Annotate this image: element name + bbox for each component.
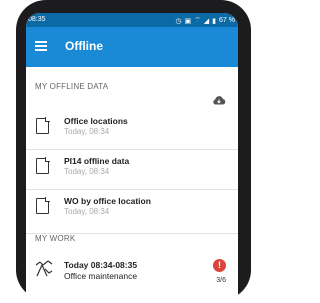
status-bar: 08:35 ◷ ▣ ⌔ ◢ ▮ 67 % — [26, 13, 238, 27]
phone-screen: 08:35 ◷ ▣ ⌔ ◢ ▮ 67 % Offline MY OFFLINE … — [26, 13, 238, 303]
cloud-download-icon[interactable] — [212, 95, 226, 105]
offline-data-item[interactable]: PI14 offline data Today, 08:34 — [26, 152, 238, 188]
progress-count: 3/6 — [216, 277, 226, 284]
offline-item-title: PI14 offline data — [64, 156, 130, 166]
menu-icon[interactable] — [35, 39, 47, 53]
battery-icon: ▮ — [212, 17, 217, 25]
alert-badge: ! — [213, 259, 226, 272]
offline-data-item[interactable]: WO by office location Today, 08:34 — [26, 192, 238, 228]
offline-section-header: MY OFFLINE DATA — [35, 82, 109, 91]
offline-item-date: Today, 08:34 — [64, 167, 110, 176]
divider — [26, 149, 238, 150]
work-item-subtitle: Office maintenance — [64, 271, 138, 281]
work-item[interactable]: Today 08:34-08:35 Office maintenance ! 3… — [26, 257, 238, 291]
status-time: 08:35 — [28, 16, 46, 23]
document-icon — [36, 157, 50, 174]
offline-item-date: Today, 08:34 — [64, 127, 110, 136]
app-bar: Offline — [26, 27, 238, 67]
signal-icon: ◢ — [203, 17, 210, 25]
work-section-header: MY WORK — [35, 234, 76, 243]
document-icon — [36, 197, 50, 214]
broken-tools-icon — [35, 260, 53, 277]
divider — [26, 189, 238, 190]
device-frame: 08:35 ◷ ▣ ⌔ ◢ ▮ 67 % Offline MY OFFLINE … — [0, 0, 259, 303]
offline-item-title: WO by office location — [64, 196, 151, 206]
status-icons: ◷ ▣ ⌔ ◢ ▮ 67 % — [175, 16, 235, 25]
offline-item-title: Office locations — [64, 116, 128, 126]
offline-data-item[interactable]: Office locations Today, 08:34 — [26, 112, 238, 148]
wifi-icon: ⌔ — [194, 17, 201, 24]
alarm-icon: ◷ — [175, 17, 182, 25]
page-title: Offline — [65, 39, 103, 53]
nfc-icon: ▣ — [184, 17, 192, 25]
battery-level: 67 % — [219, 17, 235, 24]
offline-item-date: Today, 08:34 — [64, 207, 110, 216]
work-item-title: Today 08:34-08:35 — [64, 260, 138, 270]
document-icon — [36, 117, 50, 134]
